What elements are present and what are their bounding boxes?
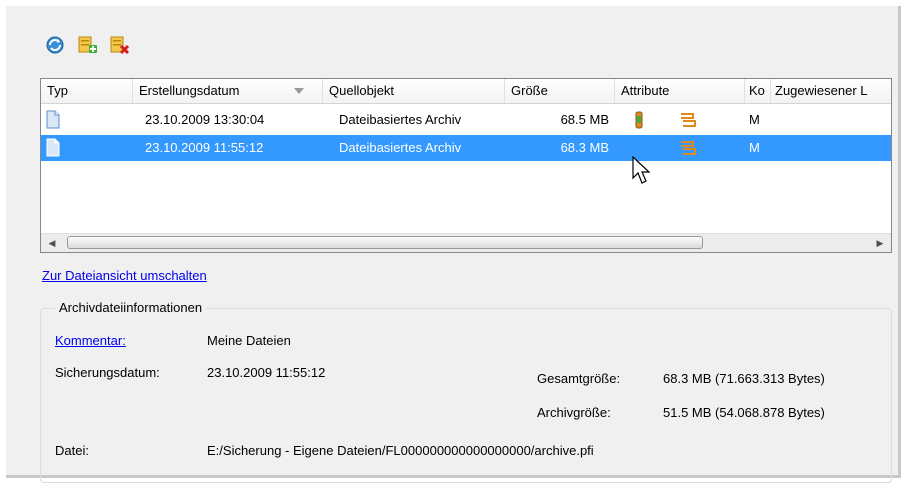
delete-archive-button[interactable] <box>108 34 130 56</box>
scrollbar-thumb[interactable] <box>67 236 703 249</box>
archive-list[interactable]: Typ Erstellungsdatum Quellobjekt Größe A… <box>40 78 892 253</box>
delete-archive-icon <box>110 36 130 55</box>
cell-ko: M <box>749 140 760 155</box>
archive-info-group: Archivdateiinformationen Kommentar: Mein… <box>40 300 892 483</box>
total-size-label: Gesamtgröße: <box>537 371 621 386</box>
column-header-size[interactable]: Größe <box>505 79 615 103</box>
total-size-value: 68.3 MB (71.663.313 Bytes) <box>663 371 825 386</box>
column-header-source[interactable]: Quellobjekt <box>323 79 505 103</box>
cell-date: 23.10.2009 13:30:04 <box>145 112 265 127</box>
file-label: Datei: <box>55 443 89 458</box>
archive-size-value: 51.5 MB (54.068.878 Bytes) <box>663 405 825 420</box>
backup-date-label: Sicherungsdatum: <box>55 365 160 380</box>
file-archive-icon <box>46 110 60 129</box>
column-header-created[interactable]: Erstellungsdatum <box>133 79 323 103</box>
comment-value: Meine Dateien <box>207 333 291 348</box>
comment-link[interactable]: Kommentar: <box>55 333 126 348</box>
archive-panel: Typ Erstellungsdatum Quellobjekt Größe A… <box>6 6 901 483</box>
scroll-right-icon[interactable]: ▶ <box>871 234 889 252</box>
column-header-attributes[interactable]: Attribute <box>615 79 745 103</box>
table-row[interactable]: 23.10.2009 13:30:04 Dateibasiertes Archi… <box>41 107 891 133</box>
split-attribute-icon <box>681 141 696 155</box>
refresh-button[interactable] <box>44 34 66 56</box>
file-path-value: E:/Sicherung - Eigene Dateien/FL00000000… <box>207 443 594 458</box>
sort-descending-icon <box>294 88 304 94</box>
add-archive-icon <box>78 36 97 53</box>
cell-date: 23.10.2009 11:55:12 <box>145 140 264 155</box>
cell-source: Dateibasiertes Archiv <box>339 140 462 155</box>
backup-date-value: 23.10.2009 11:55:12 <box>207 365 326 380</box>
mouse-cursor-icon <box>632 156 651 184</box>
horizontal-scrollbar[interactable]: ◀ ▶ <box>41 233 891 252</box>
column-header-created-label: Erstellungsdatum <box>139 83 240 98</box>
cell-source: Dateibasiertes Archiv <box>339 112 462 127</box>
scroll-left-icon[interactable]: ◀ <box>43 234 61 252</box>
cell-ko: M <box>749 112 760 127</box>
add-archive-button[interactable] <box>76 34 98 56</box>
list-header: Typ Erstellungsdatum Quellobjekt Größe A… <box>41 79 891 104</box>
cell-size: 68.3 MB <box>560 140 609 155</box>
column-header-ko[interactable]: Ko <box>745 79 771 103</box>
column-header-type[interactable]: Typ <box>41 79 133 103</box>
encrypted-attribute-icon <box>635 111 643 129</box>
file-archive-icon <box>46 138 60 157</box>
toolbar <box>44 34 130 56</box>
column-header-assigned[interactable]: Zugewiesener L <box>771 79 891 103</box>
split-attribute-icon <box>681 113 696 127</box>
toggle-file-view-link[interactable]: Zur Dateiansicht umschalten <box>42 268 207 283</box>
group-title: Archivdateiinformationen <box>55 300 207 315</box>
cell-size: 68.5 MB <box>560 112 609 127</box>
archive-size-label: Archivgröße: <box>537 405 611 420</box>
table-row-selected[interactable]: 23.10.2009 11:55:12 Dateibasiertes Archi… <box>41 135 891 161</box>
refresh-icon <box>46 36 64 54</box>
